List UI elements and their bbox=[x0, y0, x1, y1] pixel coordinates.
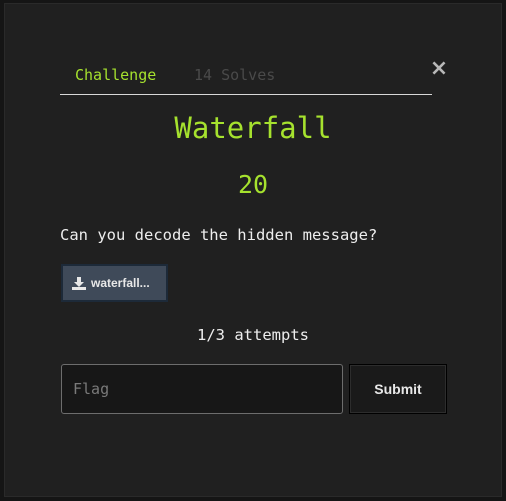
attempts-counter: 1/3 attempts bbox=[197, 326, 309, 344]
challenge-points: 20 bbox=[237, 170, 269, 199]
download-icon bbox=[72, 277, 86, 290]
tab-solves[interactable]: 14 Solves bbox=[194, 66, 275, 84]
file-download-label: waterfall... bbox=[91, 276, 150, 290]
modal-tabs: Challenge 14 Solves bbox=[60, 60, 432, 95]
file-download-button[interactable]: waterfall... bbox=[61, 264, 168, 302]
submit-button[interactable]: Submit bbox=[349, 364, 447, 414]
close-icon[interactable]: × bbox=[428, 58, 450, 80]
challenge-title: Waterfall bbox=[174, 111, 332, 145]
flag-input[interactable] bbox=[61, 364, 343, 414]
challenge-description: Can you decode the hidden message? bbox=[60, 226, 378, 244]
tab-challenge[interactable]: Challenge bbox=[75, 66, 156, 84]
